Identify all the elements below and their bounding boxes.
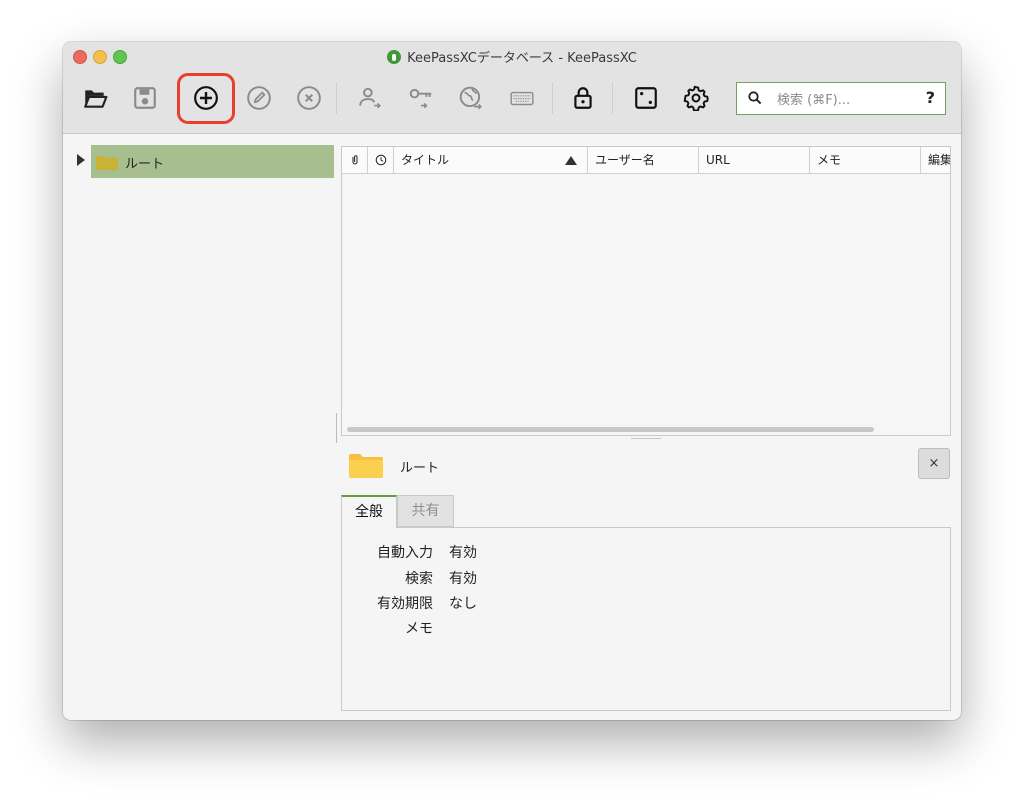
horizontal-scrollbar[interactable] [347,427,874,432]
x-circle-icon [297,86,321,110]
autotype-button[interactable] [505,81,539,115]
sort-ascending-icon [565,156,577,165]
toolbar-separator [552,82,553,114]
folder-icon [96,156,118,170]
copy-password-button[interactable] [404,81,438,115]
user-copy-icon [359,87,381,109]
folder-icon [349,454,383,478]
group-item-root[interactable]: ルート [91,145,334,178]
open-database-button[interactable] [78,81,112,115]
details-splitter[interactable] [631,438,661,441]
column-modified[interactable]: 編集 [921,147,950,173]
window-title: KeePassXCデータベース - KeePassXC [63,47,961,66]
column-url[interactable]: URL [699,147,810,173]
title-bar: KeePassXCデータベース - KeePassXC 検索 (⌘F)... ? [63,42,961,134]
password-generator-button[interactable] [629,81,663,115]
keyboard-icon [510,91,534,106]
paperclip-icon [352,155,358,165]
group-label: ルート [125,157,165,172]
expand-arrow-icon[interactable] [77,154,85,166]
gear-icon [683,85,709,111]
lock-icon [574,87,592,109]
lock-database-button[interactable] [566,81,600,115]
search-label: 検索 [405,571,433,587]
notes-label: メモ [405,621,433,637]
column-expiry[interactable] [368,147,394,173]
globe-copy-icon [459,86,482,110]
expiry-value: なし [449,596,477,612]
search-help-button[interactable]: ? [926,88,935,107]
clock-icon [375,154,387,166]
column-title[interactable]: タイトル [394,147,588,173]
add-entry-highlight [177,73,235,124]
autotype-value: 有効 [449,545,477,561]
keepassxc-logo-icon [387,50,402,64]
column-notes[interactable]: メモ [810,147,921,173]
table-header: タイトル ユーザー名 URL メモ 編集 [342,147,950,174]
search-icon [748,91,762,105]
tab-sharing[interactable]: 共有 [397,495,454,527]
toolbar-separator [336,82,337,114]
copy-username-button[interactable] [353,81,387,115]
folder-open-icon [84,90,108,108]
app-window: KeePassXCデータベース - KeePassXC 検索 (⌘F)... ?… [63,42,961,720]
save-database-button[interactable] [128,81,162,115]
edit-entry-button[interactable] [242,81,276,115]
autotype-label: 自動入力 [377,545,433,561]
column-attachment[interactable] [342,147,368,173]
expiry-label: 有効期限 [377,596,433,612]
general-tab-panel: 自動入力 有効 検索 有効 有効期限 なし メモ [341,527,951,711]
pencil-circle-icon [247,86,271,110]
toolbar-separator [612,82,613,114]
delete-entry-button[interactable] [292,81,326,115]
search-box[interactable]: ? [736,82,946,115]
column-username[interactable]: ユーザー名 [588,147,699,173]
search-input[interactable] [775,88,919,112]
dice-icon [635,87,657,109]
details-group-title: ルート [400,461,440,476]
sidebar-splitter[interactable] [336,413,340,443]
copy-url-button[interactable] [454,81,488,115]
tab-general[interactable]: 全般 [341,495,397,528]
settings-button[interactable] [679,81,713,115]
entries-table: タイトル ユーザー名 URL メモ 編集 [341,146,951,436]
key-copy-icon [409,88,432,109]
group-tree: ルート [63,134,338,720]
save-icon [134,87,156,109]
search-value: 有効 [449,571,477,587]
close-details-button[interactable]: × [918,448,950,479]
